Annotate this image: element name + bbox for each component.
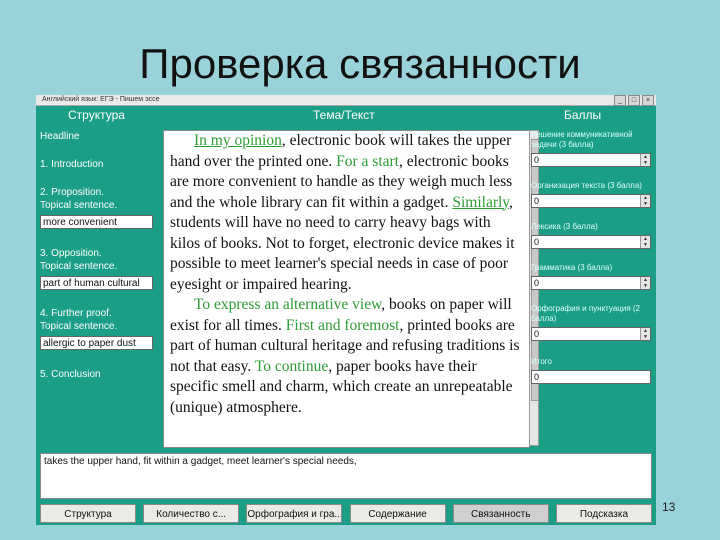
- spinner-arrows-icon[interactable]: ▲ ▼: [640, 277, 650, 289]
- linking-phrase: To continue: [254, 357, 329, 375]
- opposition-field[interactable]: part of human cultural: [40, 276, 153, 290]
- slide-title: Проверка связанности: [139, 40, 581, 87]
- tab-hint[interactable]: Подсказка: [555, 504, 652, 523]
- score-value: 0: [534, 329, 540, 339]
- maximize-button[interactable]: □: [628, 95, 640, 106]
- score-label-communicative: Решение коммуникативной задачи (3 балла): [531, 130, 633, 149]
- window-title: Английский язык: ЕГЭ - Пишем эссе: [42, 96, 160, 103]
- linking-phrase: In my opinion: [194, 132, 282, 149]
- score-label-spelling: Орфография и пунктуация (2 балла): [531, 304, 640, 323]
- bottom-tab-bar: Структура Количество с... Орфография и г…: [40, 504, 652, 523]
- essay-text-area[interactable]: In my opinion, electronic book will take…: [163, 130, 530, 448]
- score-input-communicative[interactable]: 0 ▲ ▼: [531, 153, 651, 167]
- tab-content[interactable]: Содержание: [349, 504, 446, 523]
- headline-label: Headline: [40, 131, 80, 142]
- proposition-field[interactable]: more convenient: [40, 215, 153, 229]
- essay-paragraph-2: To express an alternative view, books on…: [170, 295, 520, 418]
- linking-phrase: First and foremost: [285, 316, 400, 334]
- score-label-organization: Организация текста (3 балла): [531, 181, 642, 190]
- proposition-label: 2. Proposition.: [40, 187, 104, 198]
- linking-phrase: To express an alternative view: [194, 296, 382, 313]
- score-value: 0: [534, 155, 540, 165]
- spinner-arrows-icon[interactable]: ▲ ▼: [640, 154, 650, 166]
- proposition-topical-label: Topical sentence.: [40, 200, 118, 211]
- spinner-arrows-icon[interactable]: ▲ ▼: [640, 195, 650, 207]
- total-value: 0: [534, 372, 540, 382]
- minimize-button[interactable]: _: [614, 95, 626, 106]
- score-value: 0: [534, 196, 540, 206]
- topic-header: Тема/Текст: [313, 108, 375, 122]
- close-button[interactable]: ×: [642, 95, 654, 106]
- essay-paragraph-1: In my opinion, electronic book will take…: [170, 131, 520, 295]
- window-titlebar: Английский язык: ЕГЭ - Пишем эссе _ □ ×: [36, 95, 656, 106]
- notes-text-area[interactable]: takes the upper hand, fit within a gadge…: [40, 453, 652, 499]
- total-field: 0: [531, 370, 651, 384]
- total-label: Итого: [531, 357, 552, 366]
- score-input-organization[interactable]: 0 ▲ ▼: [531, 194, 651, 208]
- window-controls: _ □ ×: [614, 95, 654, 106]
- score-value: 0: [534, 237, 540, 247]
- opposition-topical-label: Topical sentence.: [40, 261, 118, 272]
- linking-phrase: Similarly: [452, 193, 510, 211]
- score-label-grammar: Грамматика (3 балла): [531, 263, 613, 272]
- spinner-arrows-icon[interactable]: ▲ ▼: [640, 328, 650, 340]
- tab-structure[interactable]: Структура: [40, 504, 136, 523]
- app-window: Английский язык: ЕГЭ - Пишем эссе _ □ × …: [36, 95, 656, 525]
- conclusion-label: 5. Conclusion: [40, 369, 101, 380]
- further-proof-field[interactable]: allergic to paper dust: [40, 336, 153, 350]
- tab-coherence[interactable]: Связанность: [452, 504, 549, 523]
- opposition-label: 3. Opposition.: [40, 248, 102, 259]
- linking-phrase: For a start: [336, 152, 399, 170]
- score-label-lexis: Лексика (3 балла): [531, 222, 598, 231]
- essay-text: In my opinion, electronic book will take…: [170, 131, 520, 418]
- score-input-grammar[interactable]: 0 ▲ ▼: [531, 276, 651, 290]
- score-value: 0: [534, 278, 540, 288]
- score-input-lexis[interactable]: 0 ▲ ▼: [531, 235, 651, 249]
- further-proof-label: 4. Further proof.: [40, 308, 112, 319]
- tab-spelling-grammar[interactable]: Орфография и гра...: [246, 504, 343, 523]
- points-header: Баллы: [564, 108, 602, 122]
- further-topical-label: Topical sentence.: [40, 321, 118, 332]
- introduction-label: 1. Introduction: [40, 159, 104, 170]
- tab-word-count[interactable]: Количество с...: [143, 504, 240, 523]
- structure-header: Структура: [68, 108, 125, 122]
- page-number: 13: [662, 500, 676, 514]
- spinner-arrows-icon[interactable]: ▲ ▼: [640, 236, 650, 248]
- score-input-spelling[interactable]: 0 ▲ ▼: [531, 327, 651, 341]
